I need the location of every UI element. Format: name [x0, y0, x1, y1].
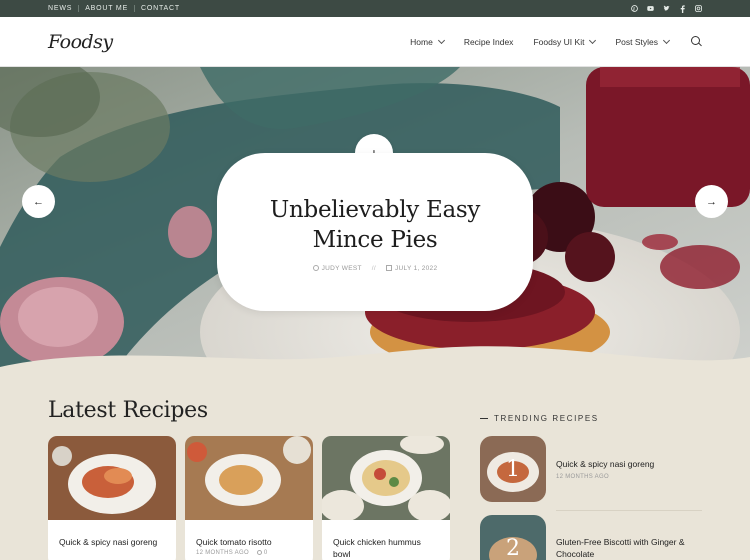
author-name: JUDY WEST	[321, 265, 362, 272]
site-header: Foodsy Home Recipe Index Foodsy UI Kit P…	[0, 17, 750, 67]
dash-icon	[480, 418, 488, 419]
hero-card[interactable]: Unbelievably Easy Mince Pies JUDY WEST /…	[217, 153, 533, 311]
nav-item-label: Foodsy UI Kit	[533, 36, 585, 47]
comments-count: 0	[263, 550, 268, 557]
main-nav: Home Recipe Index Foodsy UI Kit Post Sty…	[410, 36, 702, 47]
top-link-contact[interactable]: CONTACT	[134, 5, 186, 12]
twitter-icon[interactable]	[663, 5, 670, 12]
trending-item[interactable]: 2 Gluten-Free Biscotti with Ginger & Cho…	[480, 515, 702, 560]
nav-item-foodsy-ui-kit[interactable]: Foodsy UI Kit	[533, 36, 597, 47]
chevron-down-icon	[662, 36, 671, 44]
top-link-news[interactable]: NEWS	[48, 5, 78, 12]
nav-item-label: Post Styles	[615, 36, 658, 47]
trending-text: Quick & spicy nasi goreng 12 MONTHS AGO	[556, 458, 654, 480]
post-date: JULY 1, 2022	[394, 265, 438, 272]
next-slide-button[interactable]: →	[695, 185, 728, 218]
trending-text: Gluten-Free Biscotti with Ginger & Choco…	[556, 536, 702, 560]
hero-slider: + Unbelievably Easy Mince Pies JUDY WEST…	[0, 67, 750, 377]
top-link-about-me[interactable]: ABOUT ME	[78, 5, 134, 12]
trending-thumbnail[interactable]: 2	[480, 515, 546, 560]
top-nav: NEWS ABOUT ME CONTACT	[48, 5, 186, 12]
recipe-card[interactable]: Quick chicken hummus bowl	[322, 436, 450, 560]
date-meta: JULY 1, 2022	[385, 265, 438, 272]
search-icon[interactable]	[691, 36, 702, 47]
top-bar: NEWS ABOUT ME CONTACT	[0, 0, 750, 17]
author-meta[interactable]: JUDY WEST	[312, 265, 362, 272]
user-icon	[312, 265, 319, 272]
latest-recipes-heading: Latest Recipes	[48, 398, 208, 423]
recipe-card[interactable]: Quick & spicy nasi goreng	[48, 436, 176, 560]
recipe-thumbnail	[322, 436, 450, 522]
comments-icon	[256, 550, 262, 555]
nav-item-recipe-index[interactable]: Recipe Index	[464, 37, 514, 47]
recipe-thumbnail	[48, 436, 176, 520]
chevron-down-icon	[589, 36, 597, 44]
nav-item-post-styles[interactable]: Post Styles	[615, 36, 671, 47]
chevron-down-icon	[437, 36, 445, 44]
nav-item-home[interactable]: Home	[410, 36, 445, 47]
youtube-icon[interactable]	[647, 5, 654, 12]
trending-title[interactable]: Gluten-Free Biscotti with Ginger & Choco…	[556, 536, 702, 560]
trending-heading: TRENDING RECIPES	[480, 414, 599, 423]
divider	[556, 510, 702, 511]
trending-rank: 2	[506, 535, 520, 560]
hero-title-line1: Unbelievably Easy	[269, 197, 481, 223]
instagram-icon[interactable]	[695, 5, 702, 12]
hero-title-line2: Mince Pies	[312, 227, 438, 253]
recipe-card[interactable]: Quick tomato risotto 12 MONTHS AGO 0	[185, 436, 313, 560]
recipe-card-date: 12 MONTHS AGO	[196, 550, 249, 557]
pinterest-icon[interactable]	[631, 5, 638, 12]
social-links	[631, 4, 702, 13]
trending-heading-label: TRENDING RECIPES	[494, 414, 599, 423]
trending-meta: 12 MONTHS AGO	[556, 474, 609, 480]
recipe-card-title[interactable]: Quick & spicy nasi goreng	[48, 525, 176, 548]
trending-rank: 1	[506, 456, 520, 482]
hero-meta: JUDY WEST // JULY 1, 2022	[217, 265, 533, 272]
recipe-card-title[interactable]: Quick chicken hummus bowl	[322, 525, 450, 560]
nav-item-label: Recipe Index	[463, 36, 514, 47]
recipe-thumbnail	[185, 436, 313, 520]
trending-item[interactable]: 1 Quick & spicy nasi goreng 12 MONTHS AG…	[480, 436, 702, 502]
trending-title[interactable]: Quick & spicy nasi goreng	[556, 458, 654, 470]
prev-slide-button[interactable]: ←	[22, 185, 55, 218]
site-logo[interactable]: Foodsy	[48, 31, 113, 53]
trending-thumbnail[interactable]: 1	[480, 436, 546, 502]
recipe-card-title[interactable]: Quick tomato risotto	[185, 525, 313, 548]
nav-item-label: Home	[410, 36, 433, 47]
meta-separator: //	[371, 265, 376, 272]
facebook-icon[interactable]	[679, 4, 686, 13]
hero-title[interactable]: Unbelievably Easy Mince Pies	[217, 195, 533, 255]
calendar-icon	[385, 265, 392, 272]
recipe-card-meta: 12 MONTHS AGO 0	[185, 548, 313, 558]
